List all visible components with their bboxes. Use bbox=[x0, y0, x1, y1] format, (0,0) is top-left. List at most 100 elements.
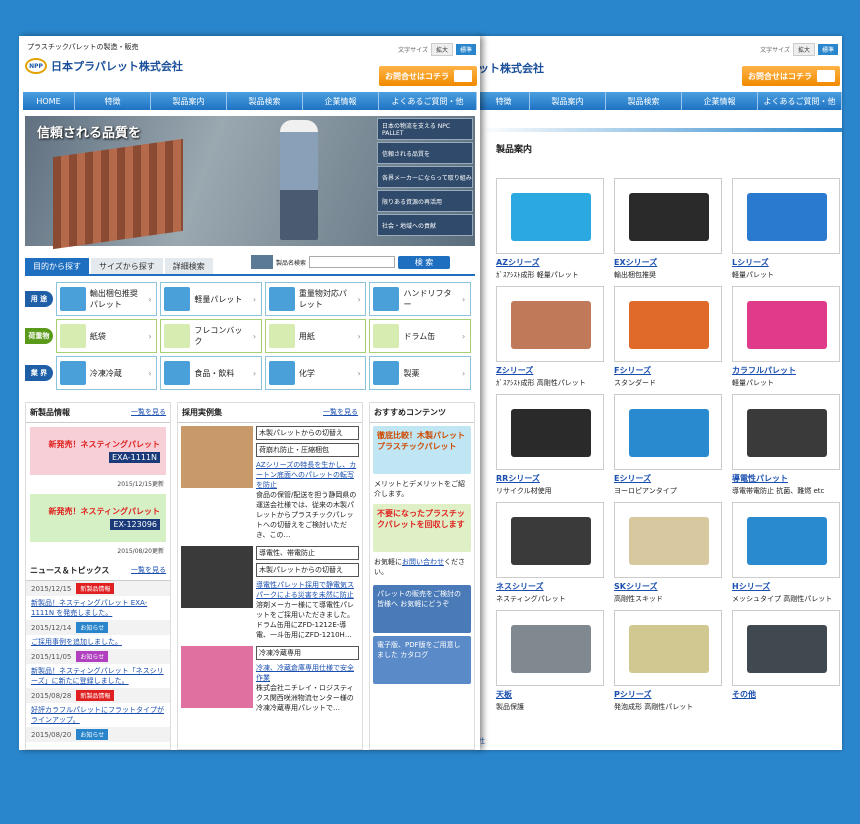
product-card[interactable]: ネスシリーズ ネスティングパレット bbox=[496, 502, 604, 604]
contact-link[interactable]: お問い合わせ bbox=[402, 558, 444, 566]
nav-item[interactable]: 企業情報 bbox=[682, 92, 758, 110]
product-card[interactable]: Fシリーズ スタンダード bbox=[614, 286, 722, 388]
topic-link[interactable]: 新製品！ネスティングパレット EXA-1111N を発売しました。 bbox=[26, 596, 170, 620]
product-card[interactable]: 天板 製品保護 bbox=[496, 610, 604, 712]
product-card[interactable]: Hシリーズメッシュタイプ 高剛性パレット bbox=[732, 502, 840, 604]
nav-item[interactable]: 特徴 bbox=[478, 92, 530, 110]
case-link[interactable]: 冷凍、冷蔵倉庫専用仕様で安全作業 bbox=[256, 663, 359, 683]
hero-banner[interactable]: 信頼される品質を 日本の物流を支える NPC PALLET 信頼される品質を 各界メ… bbox=[25, 116, 475, 250]
product-name[interactable]: Eシリーズ bbox=[614, 473, 722, 484]
product-card[interactable]: SKシリーズ 高剛性スキッド bbox=[614, 502, 722, 604]
product-card[interactable]: Zシリーズ ｶﾞｽｱｼｽﾄ成形 高剛性パレット bbox=[496, 286, 604, 388]
product-name[interactable]: Fシリーズ bbox=[614, 365, 722, 376]
category-cell[interactable]: 輸出梱包推奨パレット › bbox=[55, 282, 158, 316]
case-item[interactable]: 導電性、帯電防止 木製パレットからの切替え 導電性パレット採用で静電気スパークによる… bbox=[178, 543, 362, 643]
category-cell[interactable]: 冷凍冷蔵 › bbox=[55, 356, 158, 390]
nav-item[interactable]: 製品案内 bbox=[151, 92, 227, 110]
case-text: 冷凍冷蔵専用 冷凍、冷蔵倉庫専用仕様で安全作業 株式会社ニチレイ・ロジスティクス関西… bbox=[256, 646, 359, 713]
tab-size[interactable]: サイズから探す bbox=[91, 258, 163, 274]
product-card[interactable]: その他 bbox=[732, 610, 840, 702]
topic-link[interactable]: 好評カラフルパレットにフラットタイプがラインアップ。 bbox=[26, 703, 170, 727]
product-name[interactable]: その他 bbox=[732, 689, 840, 700]
product-name[interactable]: Lシリーズ bbox=[732, 257, 840, 268]
contact-button[interactable]: お問合せはコチラ bbox=[379, 66, 477, 86]
product-card[interactable]: 導電性パレット 導電帯電防止 抗菌、難燃 etc bbox=[732, 394, 840, 496]
category-cell[interactable]: フレコンバック › bbox=[160, 319, 262, 353]
hero-side-item[interactable]: 社会・地域への貢献 bbox=[377, 214, 473, 236]
catalog-banner[interactable]: 電子版、PDF版をご用意しました カタログ bbox=[373, 636, 471, 684]
category-cell[interactable]: ハンドリフター › bbox=[369, 282, 471, 316]
product-card[interactable]: AZシリーズ ｶﾞｽｱｼｽﾄ成形 軽量パレット bbox=[496, 178, 604, 280]
section-title: ニュース＆トピックス bbox=[30, 566, 110, 575]
product-desc: 製品保護 bbox=[496, 703, 524, 711]
hero-side-item[interactable]: 信頼される品質を bbox=[377, 142, 473, 164]
product-name[interactable]: Pシリーズ bbox=[614, 689, 722, 700]
search-button[interactable]: 検 索 bbox=[398, 255, 451, 269]
product-name[interactable]: Hシリーズ bbox=[732, 581, 840, 592]
nav-item[interactable]: 製品案内 bbox=[530, 92, 606, 110]
category-name: フレコンバック bbox=[194, 326, 243, 346]
product-name[interactable]: AZシリーズ bbox=[496, 257, 604, 268]
product-card[interactable]: RRシリーズ リサイクル材使用 bbox=[496, 394, 604, 496]
case-link[interactable]: AZシリーズの特長を生かし、カートン底面へのパレットの転写を防止 bbox=[256, 460, 359, 490]
product-name[interactable]: Zシリーズ bbox=[496, 365, 604, 376]
category-cell[interactable]: 紙袋 › bbox=[55, 319, 158, 353]
nav-item[interactable]: HOME bbox=[23, 92, 75, 110]
product-name[interactable]: ネスシリーズ bbox=[496, 581, 604, 592]
product-name[interactable]: 導電性パレット bbox=[732, 473, 840, 484]
product-desc: メッシュタイプ 高剛性パレット bbox=[732, 595, 833, 603]
hero-side-item[interactable]: 限りある資源の再活用 bbox=[377, 190, 473, 212]
compare-banner[interactable]: 徹底比較！木製パレット プラスチックパレット bbox=[373, 426, 471, 474]
category-cell[interactable]: 用紙 › bbox=[264, 319, 367, 353]
category-cell[interactable]: ドラム缶 › bbox=[369, 319, 471, 353]
recycle-banner[interactable]: 不要になったプラスチックパレットを回収します bbox=[373, 504, 471, 552]
category-cell[interactable]: 軽量パレット › bbox=[160, 282, 262, 316]
product-card[interactable]: カラフルパレット 軽量パレット bbox=[732, 286, 840, 388]
product-name[interactable]: カラフルパレット bbox=[732, 365, 840, 376]
logo[interactable]: ット株式会社 bbox=[478, 60, 544, 76]
nav-item[interactable]: 製品検索 bbox=[227, 92, 303, 110]
logo[interactable]: NPP 日本プラパレット株式会社 bbox=[25, 58, 183, 74]
font-size-large-button[interactable]: 拡大 bbox=[792, 43, 815, 56]
case-item[interactable]: 冷凍冷蔵専用 冷凍、冷蔵倉庫専用仕様で安全作業 株式会社ニチレイ・ロジスティクス関西… bbox=[178, 643, 362, 716]
nav-item[interactable]: 企業情報 bbox=[303, 92, 379, 110]
font-size-standard-button[interactable]: 標準 bbox=[455, 44, 476, 55]
case-link[interactable]: 導電性パレット採用で静電気スパークによる災害を未然に防止 bbox=[256, 580, 359, 600]
hero-side-item[interactable]: 日本の物流を支える NPC PALLET bbox=[377, 118, 473, 140]
pallet-stack-image bbox=[53, 138, 183, 250]
new-product-banner[interactable]: 新発売！ネスティングパレット EXA-1111N bbox=[30, 427, 166, 475]
topic-link[interactable]: 新製品！ネスティングパレット「ネスシリーズ」に新たに登録しました。 bbox=[26, 664, 170, 688]
product-name[interactable]: SKシリーズ bbox=[614, 581, 722, 592]
tab-detail[interactable]: 詳細検索 bbox=[164, 258, 213, 274]
hero-side-item[interactable]: 各界メーカーにならって取り組み bbox=[377, 166, 473, 188]
category-cell[interactable]: 食品・飲料 › bbox=[160, 356, 262, 390]
category-cell[interactable]: 重量物対応パレット › bbox=[264, 282, 367, 316]
font-size-large-button[interactable]: 拡大 bbox=[430, 43, 453, 56]
search-input[interactable] bbox=[309, 256, 396, 268]
tab-label: 目的から探す bbox=[33, 261, 81, 271]
category-cell[interactable]: 製薬 › bbox=[369, 356, 471, 390]
contact-button[interactable]: お問合せはコチラ bbox=[742, 66, 840, 86]
more-link[interactable]: 一覧を見る bbox=[323, 407, 358, 418]
product-card[interactable]: Pシリーズ 発泡成形 高剛性パレット bbox=[614, 610, 722, 712]
product-card[interactable]: Eシリーズ ヨーロピアンタイプ bbox=[614, 394, 722, 496]
nav-item[interactable]: よくあるご質問・他 bbox=[379, 92, 477, 110]
product-name[interactable]: 天板 bbox=[496, 689, 604, 700]
nav-item[interactable]: 特徴 bbox=[75, 92, 151, 110]
topic-link[interactable]: ご採用事例を追加しました。 bbox=[26, 635, 170, 649]
product-card[interactable]: EXシリーズ 輸出梱包推奨 bbox=[614, 178, 722, 280]
font-size-standard-button[interactable]: 標準 bbox=[817, 44, 838, 55]
product-shape bbox=[511, 625, 591, 673]
category-cell[interactable]: 化学 › bbox=[264, 356, 367, 390]
nav-item[interactable]: よくあるご質問・他 bbox=[758, 92, 842, 110]
more-link[interactable]: 一覧を見る bbox=[131, 407, 166, 418]
new-product-banner[interactable]: 新発売！ネスティングパレット EX-123096 bbox=[30, 494, 166, 542]
tab-purpose[interactable]: 目的から探す bbox=[25, 258, 89, 274]
product-name[interactable]: EXシリーズ bbox=[614, 257, 722, 268]
product-name[interactable]: RRシリーズ bbox=[496, 473, 604, 484]
nav-item[interactable]: 製品検索 bbox=[606, 92, 682, 110]
more-link[interactable]: 一覧を見る bbox=[131, 565, 166, 576]
inquiry-banner[interactable]: パレットの販売をご検討の皆様へ お気軽にどうぞ bbox=[373, 585, 471, 633]
case-item[interactable]: 木製パレットからの切替え 荷崩れ防止・圧縮梱包 AZシリーズの特長を生かし、カートン… bbox=[178, 423, 362, 543]
product-card[interactable]: Lシリーズ 軽量パレット bbox=[732, 178, 840, 280]
